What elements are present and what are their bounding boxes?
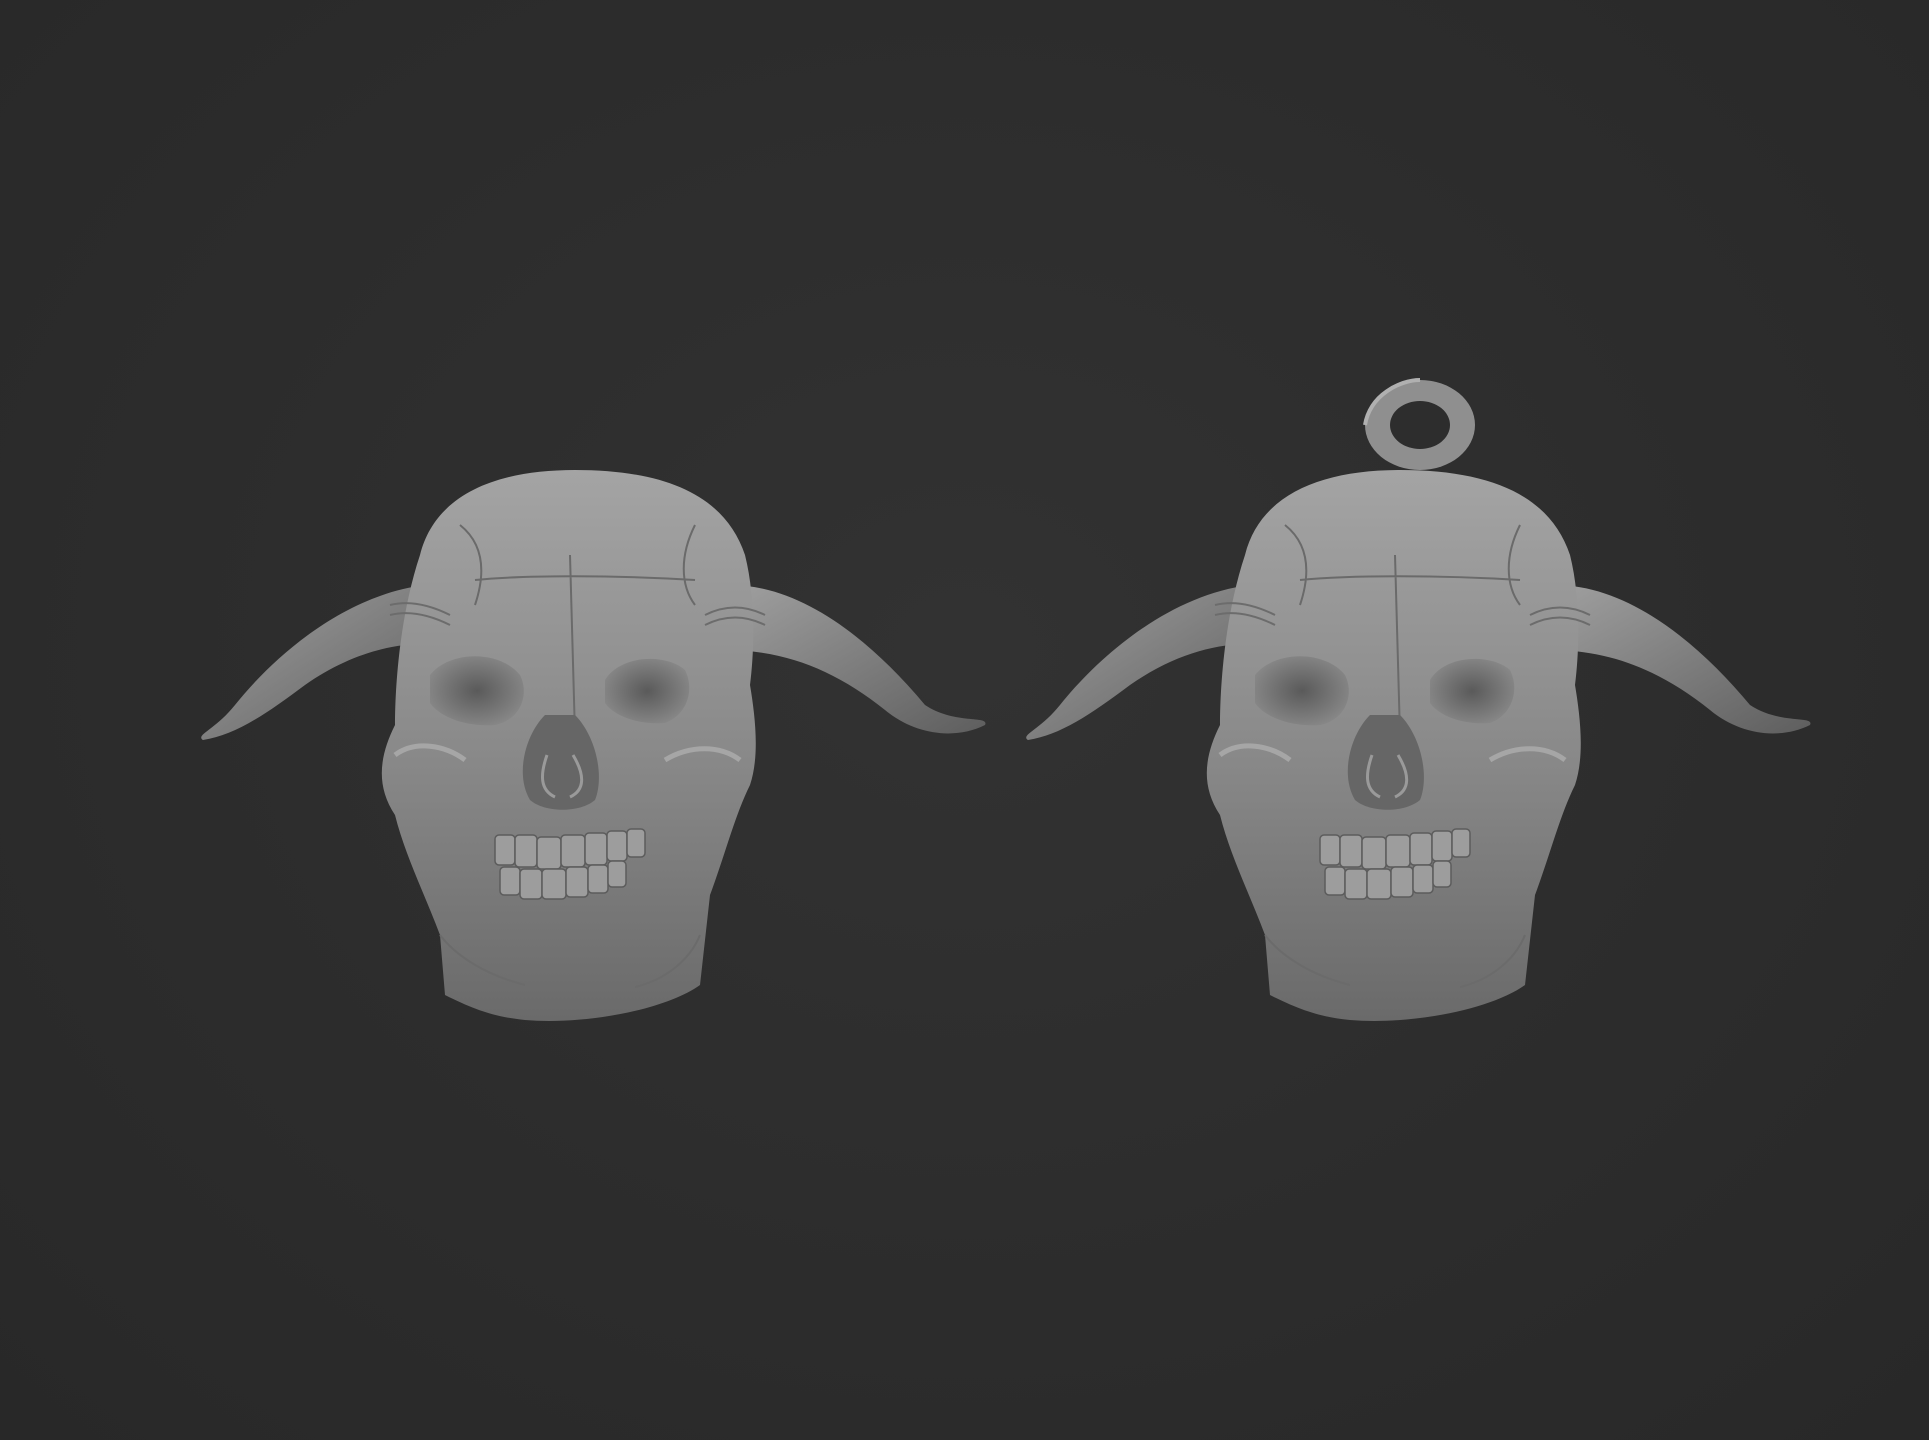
bail-ring	[1363, 378, 1475, 470]
eye-socket-left	[1255, 656, 1349, 726]
skull-render-left	[201, 470, 986, 1021]
skull-render-right	[1026, 378, 1811, 1021]
eye-socket-left	[430, 656, 524, 726]
eye-socket-right	[605, 658, 690, 724]
horn-right	[1550, 585, 1811, 734]
eye-socket-right	[1430, 658, 1515, 724]
skull-model-right	[1020, 375, 1820, 1075]
render-viewport	[0, 0, 1929, 1440]
skull-model-left	[195, 455, 995, 1075]
horn-right	[725, 585, 986, 734]
